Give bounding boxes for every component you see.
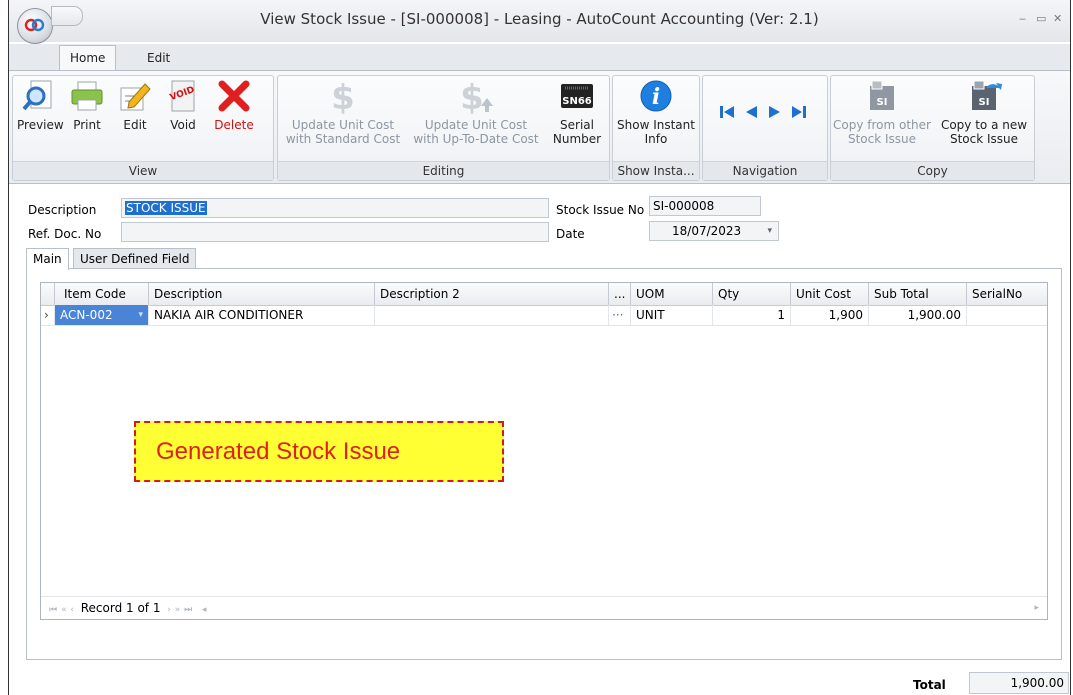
void-button[interactable]: VOID Void <box>161 78 205 132</box>
ribbon: Preview Print Edit VOID Void Delete View… <box>9 70 1070 184</box>
tab-user-defined-field[interactable]: User Defined Field <box>73 248 197 268</box>
ref-doc-no-field[interactable] <box>121 222 549 242</box>
uom-cell[interactable]: UNIT <box>631 305 713 325</box>
nav-first-icon[interactable]: ⏮ <box>49 605 57 615</box>
column-header-item-code[interactable]: Item Code <box>55 283 149 305</box>
total-value: 1,900.00 <box>969 672 1069 694</box>
ribbon-group-copy: SI Copy from other Stock Issue SI Copy t… <box>830 75 1035 181</box>
more-cell[interactable]: ··· <box>609 305 631 325</box>
description-field[interactable]: STOCK ISSUE <box>121 198 549 218</box>
sub-total-cell[interactable]: 1,900.00 <box>869 305 967 325</box>
column-header-qty[interactable]: Qty <box>713 283 791 305</box>
svg-text:$: $ <box>331 78 355 114</box>
ribbon-tab-strip: Home Edit <box>9 44 1070 70</box>
delete-icon <box>218 80 250 112</box>
tab-main[interactable]: Main <box>26 248 69 270</box>
unit-cost-cell[interactable]: 1,900 <box>791 305 869 325</box>
nav-prev-page-icon[interactable]: « <box>61 605 67 615</box>
serial-number-button[interactable]: SN66 Serial Number <box>548 78 606 146</box>
nav-next-page-icon[interactable]: » <box>175 605 181 615</box>
column-header-description-2[interactable]: Description 2 <box>375 283 609 305</box>
stock-issue-no-label: Stock Issue No <box>556 203 645 217</box>
chevron-down-icon[interactable]: ▾ <box>767 222 772 240</box>
tab-home[interactable]: Home <box>59 45 117 70</box>
window-title: View Stock Issue - [SI-000008] - Leasing… <box>260 10 819 28</box>
ribbon-group-instant-info: i Show Instant Info Show Insta... <box>612 75 700 181</box>
date-label: Date <box>556 227 585 241</box>
ribbon-group-label-view: View <box>13 161 273 180</box>
item-code-cell[interactable]: ACN-002 ▾ <box>55 305 149 325</box>
qty-cell[interactable]: 1 <box>713 305 791 325</box>
row-indicator-header <box>41 283 55 305</box>
info-icon: i <box>640 80 672 112</box>
scroll-left-icon[interactable]: ◂ <box>202 605 207 615</box>
description-label: Description <box>28 203 97 217</box>
print-icon <box>71 81 103 111</box>
svg-text:SI: SI <box>877 97 888 108</box>
grid-header: Item Code Description Description 2 ... … <box>41 283 1047 306</box>
show-instant-info-button[interactable]: i Show Instant Info <box>615 78 697 146</box>
minimize-button[interactable]: ‒ <box>1019 12 1026 25</box>
maximize-button[interactable]: ▭ <box>1036 12 1046 25</box>
nav-last-icon[interactable]: ⏭ <box>184 605 192 615</box>
column-header-sub-total[interactable]: Sub Total <box>869 283 967 305</box>
update-unit-cost-standard-button[interactable]: $ Update Unit Cost with Standard Cost <box>282 78 404 146</box>
row-indicator-icon: › <box>41 305 55 325</box>
description-cell[interactable]: NAKIA AIR CONDITIONER <box>149 305 375 325</box>
last-record-icon[interactable] <box>791 104 807 120</box>
svg-text:i: i <box>652 84 660 110</box>
nav-next-icon[interactable]: › <box>167 605 171 615</box>
previous-record-icon[interactable] <box>743 104 759 120</box>
preview-icon <box>22 80 52 111</box>
chevron-down-icon[interactable]: ▾ <box>138 305 143 325</box>
copy-to-new-stock-issue-button[interactable]: SI Copy to a new Stock Issue <box>935 78 1033 146</box>
copy-to-icon: SI <box>972 80 1002 110</box>
main-window: View Stock Issue - [SI-000008] - Leasing… <box>8 0 1071 695</box>
tab-edit[interactable]: Edit <box>137 46 180 70</box>
copy-from-icon: SI <box>870 80 894 110</box>
svg-text:$: $ <box>460 78 484 114</box>
svg-text:SN66: SN66 <box>562 96 592 107</box>
annotation-callout: Generated Stock Issue <box>134 421 504 482</box>
ribbon-group-editing: $ Update Unit Cost with Standard Cost $ … <box>277 75 610 181</box>
stock-issue-no-field[interactable]: SI-000008 <box>649 196 761 216</box>
title-bar: View Stock Issue - [SI-000008] - Leasing… <box>9 0 1070 44</box>
print-button[interactable]: Print <box>65 78 109 132</box>
next-record-icon[interactable] <box>767 104 783 120</box>
column-header-more[interactable]: ... <box>609 283 631 305</box>
update-unit-cost-uptodate-button[interactable]: $ Update Unit Cost with Up-To-Date Cost <box>408 78 544 146</box>
column-header-serial-no[interactable]: SerialNo <box>967 283 1049 305</box>
first-record-icon[interactable] <box>719 104 735 120</box>
ribbon-group-view: Preview Print Edit VOID Void Delete View <box>12 75 274 181</box>
table-row[interactable]: › ACN-002 ▾ NAKIA AIR CONDITIONER ··· UN… <box>41 305 1047 326</box>
date-field[interactable]: 18/07/2023 ▾ <box>649 221 779 241</box>
preview-button[interactable]: Preview <box>17 78 64 132</box>
record-navigator: ⏮ « ‹ Record 1 of 1 › » ⏭ ◂ ▸ <box>41 596 1047 619</box>
copy-from-other-stock-issue-button[interactable]: SI Copy from other Stock Issue <box>833 78 931 146</box>
void-icon: VOID <box>169 80 196 112</box>
description-2-cell[interactable] <box>375 305 609 325</box>
column-header-unit-cost[interactable]: Unit Cost <box>791 283 869 305</box>
edit-icon <box>120 83 151 111</box>
serial-number-icon: SN66 <box>561 84 593 108</box>
ref-doc-no-label: Ref. Doc. No <box>28 227 102 241</box>
dollar-icon: $ <box>331 78 355 114</box>
ribbon-group-label-instant-info: Show Insta... <box>613 161 699 180</box>
svg-text:SI: SI <box>979 97 990 108</box>
column-header-uom[interactable]: UOM <box>631 283 713 305</box>
close-button[interactable]: ✕ <box>1053 12 1062 25</box>
ribbon-group-label-copy: Copy <box>831 161 1034 180</box>
ribbon-group-label-navigation: Navigation <box>703 161 827 180</box>
ribbon-group-label-editing: Editing <box>278 161 609 180</box>
ribbon-group-navigation: Navigation <box>702 75 828 181</box>
serial-no-cell[interactable] <box>967 305 1049 325</box>
edit-button[interactable]: Edit <box>113 78 157 132</box>
scroll-right-icon[interactable]: ▸ <box>1034 597 1039 619</box>
dollar-up-icon: $ <box>460 78 493 114</box>
record-count: Record 1 of 1 <box>80 601 161 615</box>
delete-button[interactable]: Delete <box>209 78 259 132</box>
nav-prev-icon[interactable]: ‹ <box>70 605 74 615</box>
column-header-description[interactable]: Description <box>149 283 375 305</box>
total-label: Total <box>913 678 946 692</box>
